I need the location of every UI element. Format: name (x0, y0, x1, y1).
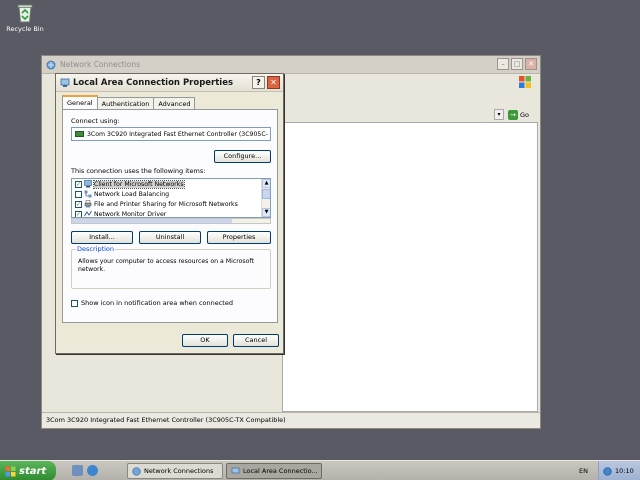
task-label: Network Connections (144, 467, 214, 475)
item-label: File and Printer Sharing for Microsoft N… (94, 200, 238, 208)
printer-icon (84, 200, 92, 208)
description-text: Allows your computer to access resources… (78, 258, 254, 273)
description-group: Description Allows your computer to acce… (71, 245, 271, 289)
scroll-down-icon[interactable]: ▼ (262, 208, 270, 217)
go-label: Go (520, 110, 530, 119)
monitor-driver-icon (84, 210, 92, 217)
windows-logo-icon (519, 76, 531, 88)
start-button[interactable]: start (0, 461, 56, 480)
general-tab-panel: Connect using: 3Com 3C920 Integrated Fas… (62, 109, 278, 323)
description-legend: Description (76, 245, 116, 253)
tab-authentication[interactable]: Authentication (96, 97, 155, 109)
list-item[interactable]: ✓ Client for Microsoft Networks (72, 179, 270, 189)
go-arrow-icon: → (508, 109, 518, 120)
explorer-maximize-button[interactable]: □ (511, 58, 523, 70)
start-label: start (19, 465, 47, 477)
explorer-close-button[interactable]: ✕ (525, 58, 537, 70)
adapter-name: 3Com 3C920 Integrated Fast Ethernet Cont… (87, 130, 268, 138)
network-connections-icon (132, 466, 141, 476)
explorer-titlebar[interactable]: Network Connections (42, 56, 540, 74)
list-item[interactable]: ✓ Network Monitor Driver (72, 209, 270, 218)
explorer-minimize-button[interactable]: – (497, 58, 509, 70)
taskbar: start Network Connections Local Area Con… (0, 460, 640, 480)
item-label: Network Monitor Driver (94, 210, 167, 218)
item-label: Network Load Balancing (94, 190, 170, 198)
items-label: This connection uses the following items… (71, 167, 206, 175)
taskbar-local-area-connection[interactable]: Local Area Connectio... (226, 463, 322, 479)
client-icon (84, 180, 92, 188)
help-button[interactable]: ? (252, 76, 265, 89)
dialog-title: Local Area Connection Properties (73, 77, 234, 88)
show-icon-checkbox[interactable] (71, 299, 78, 307)
explorer-content-pane[interactable] (282, 122, 538, 412)
address-dropdown-icon[interactable]: ▾ (494, 109, 504, 120)
properties-button[interactable]: Properties (207, 231, 271, 244)
components-list[interactable]: ✓ Client for Microsoft Networks Network … (71, 178, 271, 218)
uninstall-button[interactable]: Uninstall (139, 231, 201, 244)
recycle-bin-label: Recycle Bin (6, 25, 44, 33)
connection-icon (231, 467, 240, 473)
recycle-bin[interactable]: Recycle Bin (4, 2, 46, 33)
show-desktop-icon[interactable] (72, 465, 83, 476)
horizontal-scroll-thumb[interactable] (72, 219, 232, 223)
item-label: Client for Microsoft Networks (93, 179, 185, 189)
recycle-bin-icon (17, 4, 33, 23)
task-label: Local Area Connectio... (243, 467, 318, 475)
dialog-close-button[interactable]: ✕ (267, 76, 280, 89)
show-icon-label: Show icon in notification area when conn… (81, 299, 233, 307)
system-tray: 10:10 (598, 461, 640, 480)
item-checkbox[interactable]: ✓ (75, 210, 82, 217)
cancel-button[interactable]: Cancel (233, 334, 279, 347)
list-horizontal-scrollbar[interactable] (71, 218, 271, 224)
network-adapter-icon (75, 131, 84, 137)
tab-advanced[interactable]: Advanced (153, 97, 196, 109)
scroll-up-icon[interactable]: ▲ (262, 179, 270, 188)
network-icon (84, 190, 92, 198)
scroll-thumb[interactable] (262, 189, 270, 199)
clock: 10:10 (615, 467, 634, 475)
ok-button[interactable]: OK (182, 334, 228, 347)
explorer-title: Network Connections (60, 60, 141, 69)
local-area-connection-properties-dialog: Local Area Connection Properties ? ✕ Gen… (55, 73, 284, 354)
configure-button[interactable]: Configure... (214, 150, 271, 163)
network-connections-icon (46, 60, 56, 69)
taskbar-network-connections[interactable]: Network Connections (127, 463, 223, 479)
adapter-field: 3Com 3C920 Integrated Fast Ethernet Cont… (71, 127, 271, 141)
show-icon-option[interactable]: Show icon in notification area when conn… (71, 299, 233, 307)
item-checkbox[interactable]: ✓ (75, 180, 82, 188)
connection-icon (60, 78, 70, 87)
quick-launch (72, 465, 98, 476)
item-checkbox[interactable] (75, 190, 82, 198)
internet-explorer-icon[interactable] (87, 465, 98, 476)
language-indicator[interactable]: EN (579, 467, 588, 475)
item-checkbox[interactable]: ✓ (75, 200, 82, 208)
list-vertical-scrollbar[interactable]: ▲ ▼ (261, 179, 270, 217)
dialog-titlebar[interactable]: Local Area Connection Properties ? ✕ (56, 74, 283, 92)
list-item[interactable]: Network Load Balancing (72, 189, 270, 199)
explorer-statusbar: 3Com 3C920 Integrated Fast Ethernet Cont… (42, 412, 540, 428)
list-item[interactable]: ✓ File and Printer Sharing for Microsoft… (72, 199, 270, 209)
connect-using-label: Connect using: (71, 117, 120, 125)
tab-general[interactable]: General (62, 95, 98, 109)
dialog-tabs: General Authentication Advanced (62, 95, 196, 109)
install-button[interactable]: Install... (71, 231, 133, 244)
network-tray-icon[interactable] (603, 466, 612, 476)
go-button[interactable]: → Go (508, 109, 530, 120)
windows-logo-icon (5, 466, 16, 476)
